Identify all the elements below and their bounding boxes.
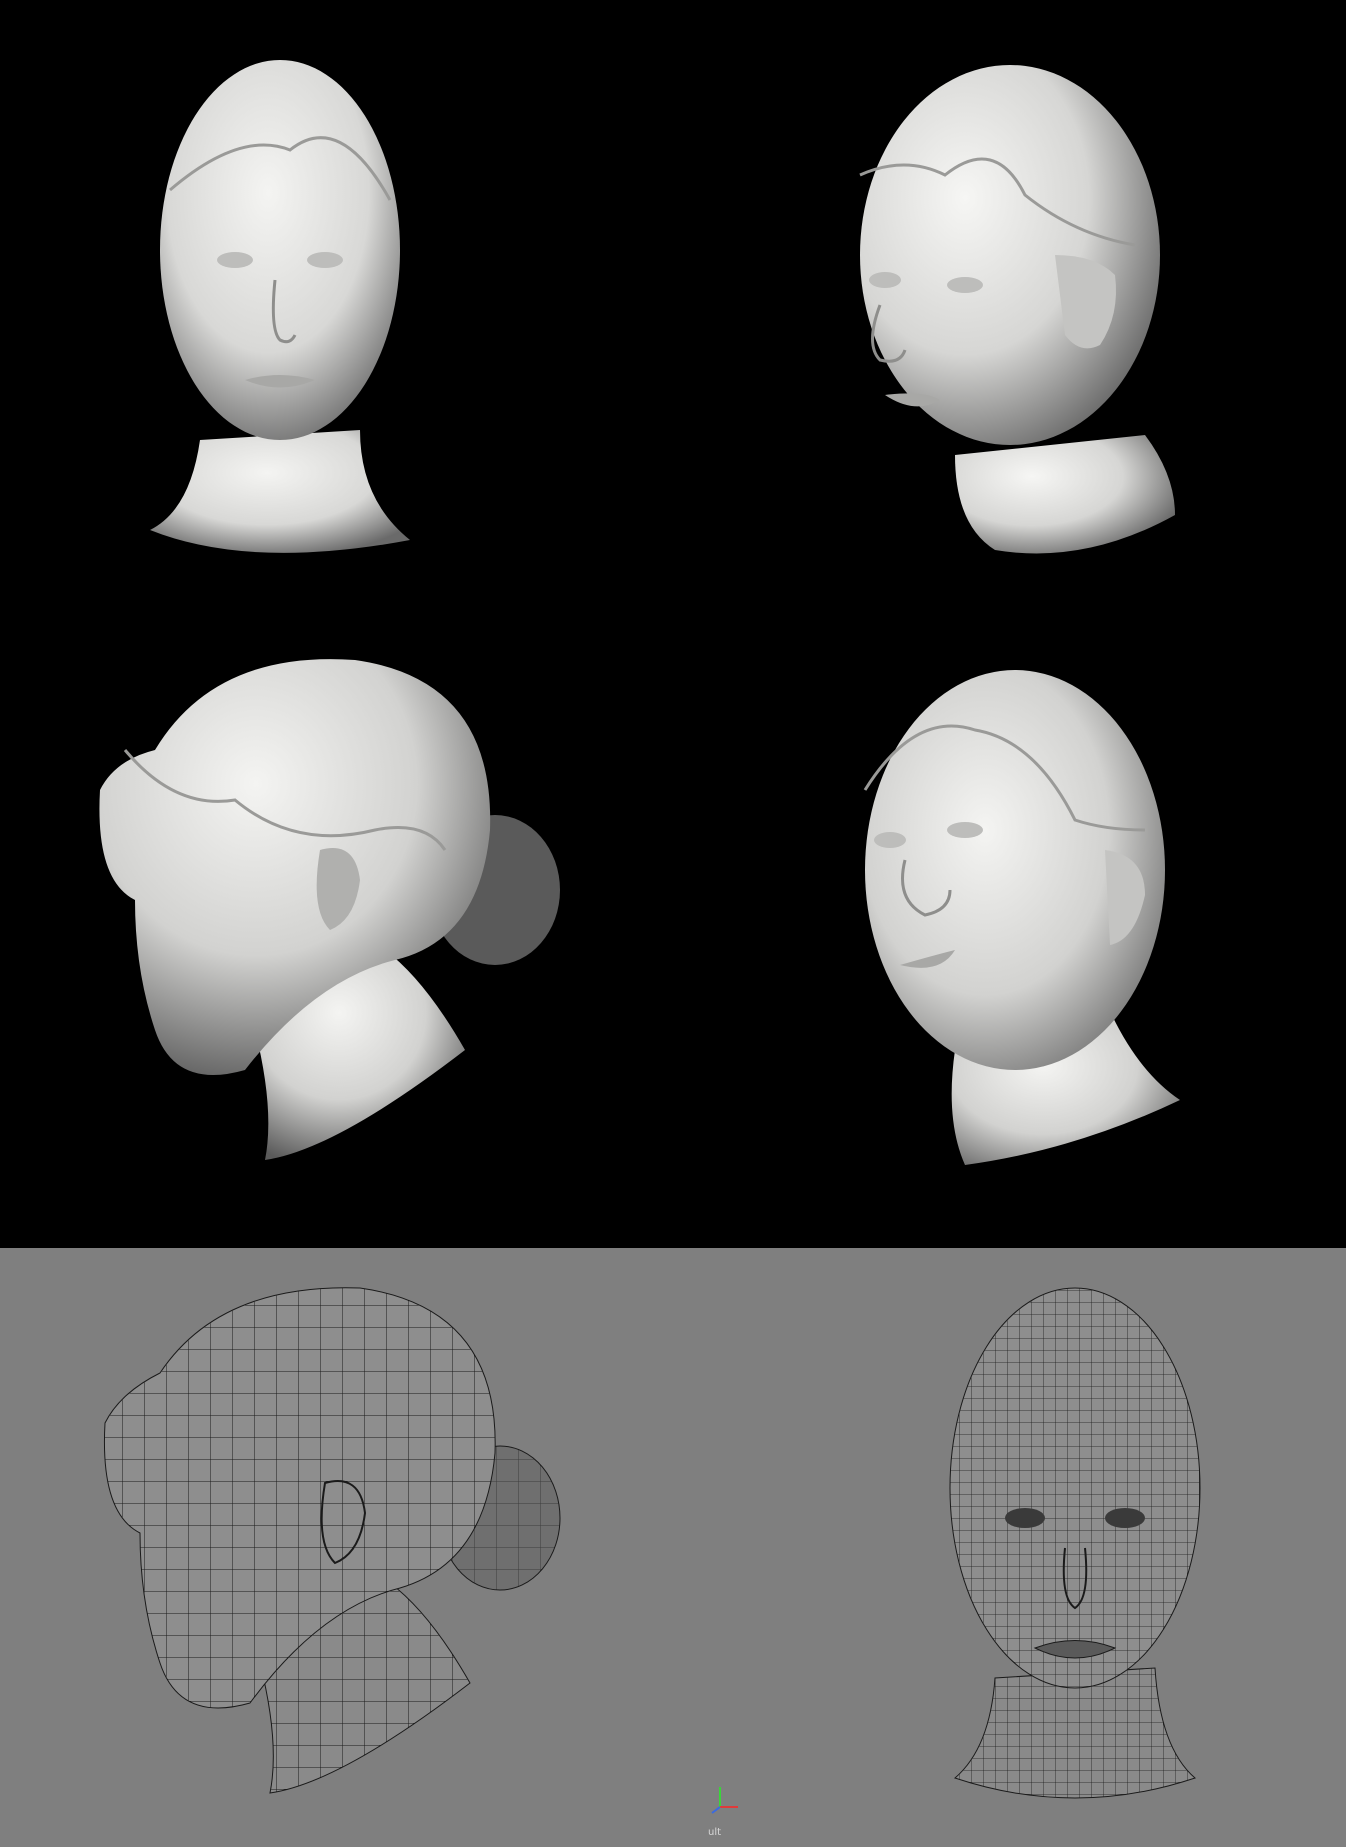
wireframe-head-profile (100, 1283, 570, 1803)
render-panel (0, 0, 1346, 1248)
viewport-camera-label: ult (708, 1827, 722, 1838)
shaded-head-three-quarter (845, 55, 1185, 565)
wireframe-head-front (935, 1278, 1215, 1808)
shaded-head-looking-up (855, 670, 1185, 1170)
shaded-head-profile (95, 650, 565, 1170)
shaded-head-front (130, 50, 430, 570)
xyz-axis-icon (708, 1781, 746, 1819)
viewport-panel[interactable] (0, 1248, 1346, 1847)
